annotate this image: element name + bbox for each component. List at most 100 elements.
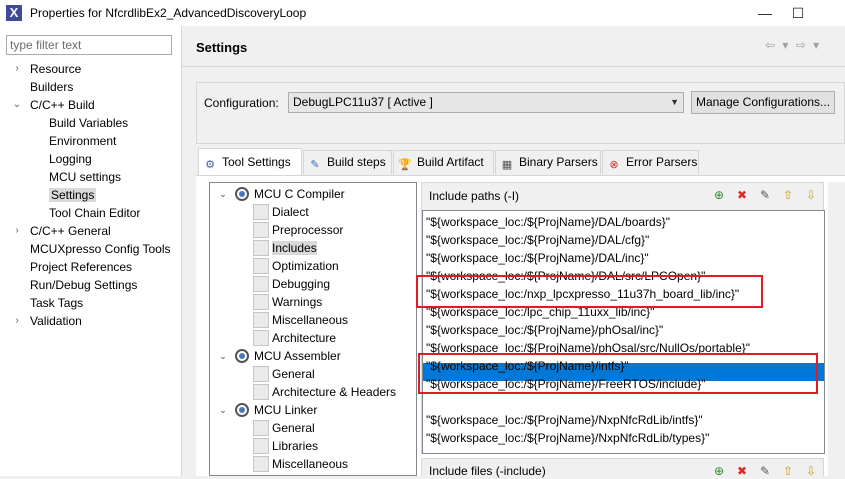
- tool-tree-item-miscellaneous[interactable]: Miscellaneous: [253, 455, 348, 473]
- tool-tree-label: Debugging: [272, 277, 331, 291]
- delete-icon[interactable]: ✖: [734, 463, 750, 479]
- tool-tree-item-general[interactable]: General: [253, 419, 315, 437]
- move-up-icon[interactable]: ⇧: [780, 463, 796, 479]
- tool-tree-label: Optimization: [272, 259, 339, 273]
- tool-tree-label: Warnings: [272, 295, 323, 309]
- tab-build-artifact[interactable]: 🏆 Build Artifact: [393, 150, 494, 174]
- title-bar: X Properties for NfcrdlibEx2_AdvancedDis…: [0, 0, 845, 26]
- settings-page-icon: [253, 330, 269, 346]
- tree-item-tool-chain-editor[interactable]: Tool Chain Editor: [49, 204, 140, 222]
- tree-item-project-references[interactable]: Project References: [30, 258, 132, 276]
- chevron-down-icon[interactable]: ⌄: [218, 401, 228, 419]
- tab-tool-settings[interactable]: ⚙ Tool Settings: [198, 148, 302, 176]
- maximize-button[interactable]: ☐: [778, 0, 818, 26]
- move-down-icon[interactable]: ⇩: [803, 463, 819, 479]
- tool-tree-label: Preprocessor: [272, 223, 344, 237]
- edit-icon[interactable]: ✎: [757, 463, 773, 479]
- chevron-down-icon[interactable]: ⌄: [12, 96, 22, 114]
- filter-input[interactable]: [6, 35, 172, 55]
- tab-binary-parsers[interactable]: ▦ Binary Parsers: [495, 150, 601, 174]
- include-path-row[interactable]: "${workspace_loc:/${ProjName}/phOsal/inc…: [426, 321, 663, 339]
- tree-item-resource[interactable]: Resource: [30, 60, 81, 78]
- tool-tree-item-architecture-headers[interactable]: Architecture & Headers: [253, 383, 396, 401]
- tool-tree-label: Miscellaneous: [272, 313, 349, 327]
- include-path-row[interactable]: "${workspace_loc:/${ProjName}/NxpNfcRdLi…: [426, 429, 709, 447]
- tool-tree-item-includes[interactable]: Includes: [253, 239, 317, 257]
- tab-label: Binary Parsers: [519, 155, 598, 169]
- tree-item-builders[interactable]: Builders: [30, 78, 73, 96]
- error-icon: ⊗: [609, 159, 619, 171]
- settings-page-icon: [253, 366, 269, 382]
- tree-item-label: Task Tags: [30, 296, 84, 310]
- tree-item-label: MCUXpresso Config Tools: [30, 242, 171, 256]
- gear-icon: [235, 403, 249, 417]
- tree-item-logging[interactable]: Logging: [49, 150, 92, 168]
- tree-item-validation[interactable]: Validation: [30, 312, 82, 330]
- chevron-down-icon[interactable]: ⌄: [218, 347, 228, 365]
- chevron-right-icon[interactable]: ›: [12, 222, 22, 240]
- tree-item-label: Run/Debug Settings: [30, 278, 138, 292]
- gear-icon: ⚙: [205, 159, 215, 171]
- tool-tree-item-mcu-assembler[interactable]: MCU Assembler: [235, 347, 341, 365]
- tree-item-label: Validation: [30, 314, 82, 328]
- tab-label: Error Parsers: [626, 155, 698, 169]
- configuration-select[interactable]: DebugLPC11u37 [ Active ] ▼: [288, 92, 684, 113]
- move-down-icon[interactable]: ⇩: [803, 187, 819, 203]
- tree-item-build-variables[interactable]: Build Variables: [49, 114, 128, 132]
- settings-page-icon: [253, 222, 269, 238]
- include-path-row[interactable]: "${workspace_loc:/${ProjName}/DAL/cfg}": [426, 231, 649, 249]
- tool-tree-item-general[interactable]: General: [253, 365, 315, 383]
- tool-tree-item-warnings[interactable]: Warnings: [253, 293, 322, 311]
- tool-tree-item-preprocessor[interactable]: Preprocessor: [253, 221, 343, 239]
- manage-configurations-button[interactable]: Manage Configurations...: [691, 91, 835, 114]
- tool-tree-item-dialect[interactable]: Dialect: [253, 203, 309, 221]
- tab-error-parsers[interactable]: ⊗ Error Parsers: [602, 150, 699, 174]
- include-path-row[interactable]: "${workspace_loc:/${ProjName}/DAL/inc}": [426, 249, 649, 267]
- nav-arrows[interactable]: ⇦ ▾ ⇨ ▾: [765, 38, 821, 52]
- tool-tree-item-optimization[interactable]: Optimization: [253, 257, 339, 275]
- edit-icon[interactable]: ✎: [757, 187, 773, 203]
- tool-tree-label: General: [272, 367, 315, 381]
- include-path-row[interactable]: "${workspace_loc:/${ProjName}/NxpNfcRdLi…: [426, 411, 703, 429]
- tree-item-task-tags[interactable]: Task Tags: [30, 294, 83, 312]
- tree-item-label: MCU settings: [49, 170, 122, 184]
- app-icon: X: [6, 5, 22, 21]
- delete-icon[interactable]: ✖: [734, 187, 750, 203]
- gear-icon: [235, 187, 249, 201]
- tree-item-label: Settings: [49, 188, 97, 202]
- vertical-scrollbar[interactable]: [828, 182, 845, 476]
- tree-item-label: Environment: [49, 134, 117, 148]
- tree-item-c-c-general[interactable]: C/C++ General: [30, 222, 111, 240]
- tree-item-label: Logging: [49, 152, 92, 166]
- window-title: Properties for NfcrdlibEx2_AdvancedDisco…: [30, 6, 307, 20]
- tool-tree-item-mcu-linker[interactable]: MCU Linker: [235, 401, 317, 419]
- gear-icon: [235, 349, 249, 363]
- tool-tree-item-mcu-c-compiler[interactable]: MCU C Compiler: [235, 185, 345, 203]
- tree-item-run-debug-settings[interactable]: Run/Debug Settings: [30, 276, 137, 294]
- settings-page-icon: [253, 312, 269, 328]
- include-path-row[interactable]: "${workspace_loc:/${ProjName}/DAL/boards…: [426, 213, 670, 231]
- tool-tree-item-libraries[interactable]: Libraries: [253, 437, 318, 455]
- tab-label: Build steps: [327, 155, 386, 169]
- move-up-icon[interactable]: ⇧: [780, 187, 796, 203]
- add-icon[interactable]: ⊕: [711, 187, 727, 203]
- tab-build-steps[interactable]: ✎ Build steps: [303, 150, 392, 174]
- tool-tree-item-miscellaneous[interactable]: Miscellaneous: [253, 311, 348, 329]
- chevron-right-icon[interactable]: ›: [12, 60, 22, 78]
- chevron-down-icon[interactable]: ⌄: [218, 185, 228, 203]
- tool-tree-label: MCU Assembler: [254, 349, 341, 363]
- tree-item-environment[interactable]: Environment: [49, 132, 116, 150]
- tab-label: Build Artifact: [417, 155, 484, 169]
- tree-item-mcu-settings[interactable]: MCU settings: [49, 168, 121, 186]
- tree-item-mcuxpresso-config-tools[interactable]: MCUXpresso Config Tools: [30, 240, 171, 258]
- settings-page-icon: [253, 420, 269, 436]
- chevron-right-icon[interactable]: ›: [12, 312, 22, 330]
- tool-tree-label: MCU Linker: [254, 403, 318, 417]
- tree-item-c-c-build[interactable]: C/C++ Build: [30, 96, 95, 114]
- tool-tree-item-architecture[interactable]: Architecture: [253, 329, 336, 347]
- tree-item-settings[interactable]: Settings: [49, 186, 97, 204]
- tool-tree-item-debugging[interactable]: Debugging: [253, 275, 330, 293]
- add-icon[interactable]: ⊕: [711, 463, 727, 479]
- include-path-row[interactable]: "${workspace_loc:/${ProjName}/FreeRTOS/p…: [426, 393, 803, 411]
- tool-tree-label: Architecture & Headers: [272, 385, 397, 399]
